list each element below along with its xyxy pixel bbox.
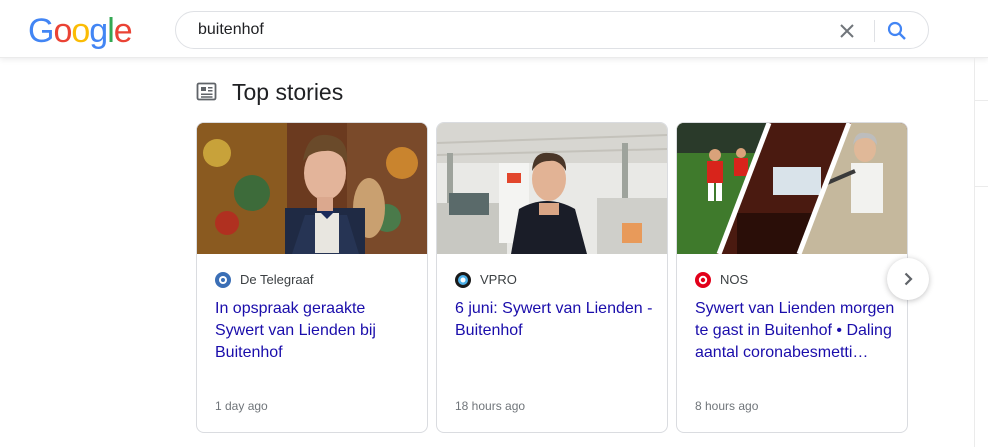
close-icon[interactable] bbox=[836, 20, 858, 42]
google-logo[interactable]: Google bbox=[28, 11, 133, 51]
search-divider bbox=[874, 20, 875, 42]
story-thumbnail bbox=[437, 123, 667, 254]
search-box bbox=[175, 11, 929, 49]
story-card[interactable]: VPRO 6 juni: Sywert van Lienden - Buiten… bbox=[436, 122, 668, 433]
story-time: 8 hours ago bbox=[695, 399, 759, 413]
carousel-next-button[interactable] bbox=[887, 258, 929, 300]
logo-letter: o bbox=[53, 12, 72, 50]
story-card[interactable]: NOS Sywert van Lienden morgen te gast in… bbox=[676, 122, 908, 433]
source-name: VPRO bbox=[480, 272, 517, 287]
story-time: 18 hours ago bbox=[455, 399, 526, 413]
newspaper-icon bbox=[196, 82, 218, 102]
nos-logo-icon bbox=[695, 272, 711, 288]
logo-letter: e bbox=[113, 12, 133, 50]
search-icon[interactable] bbox=[886, 20, 908, 42]
telegraaf-logo-icon bbox=[215, 272, 231, 288]
source-name: De Telegraaf bbox=[240, 272, 314, 287]
search-input[interactable] bbox=[198, 12, 798, 48]
story-headline[interactable]: 6 juni: Sywert van Lienden - Buitenhof bbox=[455, 298, 655, 342]
right-panel-border bbox=[974, 58, 975, 447]
vpro-logo-icon bbox=[455, 272, 471, 288]
right-panel-divider bbox=[975, 100, 988, 101]
right-panel-divider bbox=[975, 186, 988, 187]
source-name: NOS bbox=[720, 272, 749, 287]
logo-letter: g bbox=[89, 12, 108, 50]
story-time: 1 day ago bbox=[215, 399, 268, 413]
story-card[interactable]: De Telegraaf In opspraak geraakte Sywert… bbox=[196, 122, 428, 433]
story-thumbnail bbox=[677, 123, 907, 254]
search-header: Google bbox=[0, 0, 988, 58]
logo-letter: o bbox=[71, 12, 90, 50]
story-headline[interactable]: In opspraak geraakte Sywert van Lienden … bbox=[215, 298, 415, 364]
story-thumbnail bbox=[197, 123, 427, 254]
story-headline[interactable]: Sywert van Lienden morgen te gast in Bui… bbox=[695, 298, 895, 364]
logo-letter: G bbox=[28, 12, 54, 50]
section-title: Top stories bbox=[232, 79, 344, 105]
